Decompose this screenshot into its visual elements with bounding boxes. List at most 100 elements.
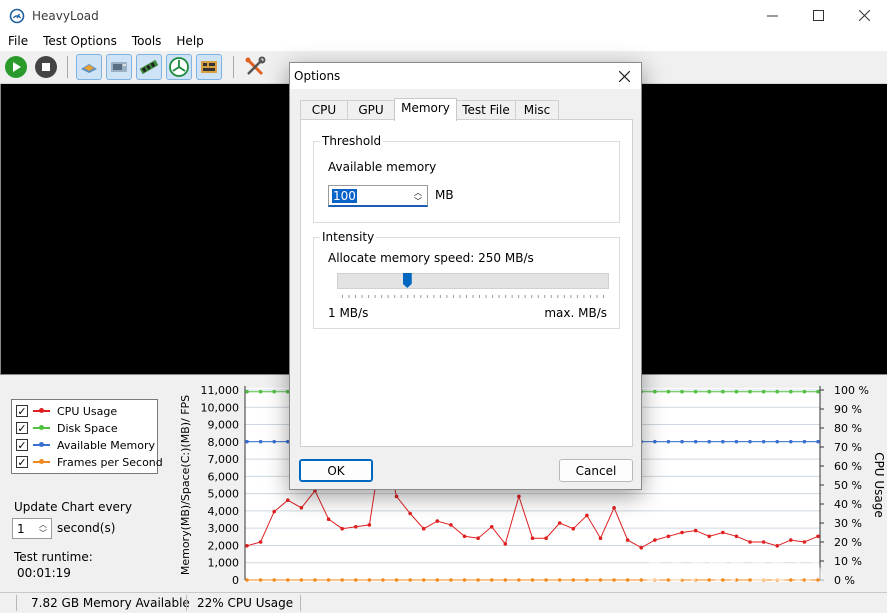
menu-file[interactable]: File bbox=[0, 34, 35, 48]
data-point-disk-space bbox=[802, 389, 807, 394]
tab-test-file[interactable]: Test File bbox=[456, 100, 516, 120]
data-point-frames-per-second bbox=[408, 578, 412, 582]
data-point-frames-per-second bbox=[625, 578, 630, 582]
data-point-available-memory bbox=[748, 439, 752, 444]
data-point-available-memory bbox=[802, 439, 807, 444]
spinner-arrows-icon[interactable]: ︿ ﹀ bbox=[414, 188, 422, 206]
tab-cpu[interactable]: CPU bbox=[300, 100, 348, 120]
data-point-available-memory bbox=[693, 439, 698, 444]
close-icon bbox=[618, 70, 630, 82]
menu-tools[interactable]: Tools bbox=[124, 34, 169, 48]
menu-bar: File Test Options Tools Help bbox=[0, 31, 887, 51]
gpu-test-toggle[interactable] bbox=[106, 54, 132, 80]
memory-test-toggle[interactable] bbox=[136, 54, 162, 80]
menu-help[interactable]: Help bbox=[168, 34, 210, 48]
data-point-disk-space bbox=[707, 389, 712, 394]
data-point-cpu-usage bbox=[544, 536, 548, 540]
close-button[interactable] bbox=[841, 0, 887, 31]
data-point-cpu-usage bbox=[761, 540, 766, 544]
legend-item-disk-space[interactable]: ✓ Disk Space bbox=[16, 420, 118, 436]
tab-misc[interactable]: Misc bbox=[515, 100, 559, 120]
data-point-cpu-usage bbox=[721, 530, 725, 535]
available-memory-input[interactable]: 100 ︿ ﹀ bbox=[328, 185, 428, 207]
y-tick-label: 2,000 bbox=[208, 539, 240, 552]
data-point-cpu-usage bbox=[571, 526, 576, 531]
data-point-cpu-usage bbox=[530, 536, 535, 540]
title-bar: HeavyLoad bbox=[0, 0, 887, 31]
y2-axis-label: CPU Usage bbox=[872, 452, 886, 518]
data-point-cpu-usage bbox=[272, 509, 276, 514]
data-point-disk-space bbox=[816, 389, 820, 394]
cancel-button[interactable]: Cancel bbox=[559, 459, 633, 482]
tab-gpu[interactable]: GPU bbox=[347, 100, 395, 120]
tab-memory[interactable]: Memory bbox=[394, 98, 457, 121]
data-point-cpu-usage bbox=[245, 544, 249, 548]
data-point-available-memory bbox=[272, 439, 276, 444]
y-tick-label: 8,000 bbox=[208, 436, 240, 449]
data-point-available-memory bbox=[707, 439, 712, 444]
slider-min-label: 1 MB/s bbox=[328, 306, 369, 320]
y2-tick-label: 80 % bbox=[834, 422, 862, 435]
y-tick-label: 5,000 bbox=[208, 488, 240, 501]
y2-tick-label: 10 % bbox=[834, 555, 862, 568]
checkbox[interactable]: ✓ bbox=[16, 439, 28, 451]
checkbox[interactable]: ✓ bbox=[16, 405, 28, 417]
y-tick-label: 6,000 bbox=[208, 470, 240, 483]
data-point-cpu-usage bbox=[612, 506, 616, 510]
data-point-frames-per-second bbox=[272, 578, 276, 582]
minimize-button[interactable] bbox=[749, 0, 795, 31]
legend-item-available-memory[interactable]: ✓ Available Memory bbox=[16, 437, 155, 453]
data-point-frames-per-second bbox=[381, 578, 385, 582]
update-interval-value: 1 bbox=[17, 521, 25, 536]
update-interval-spinner[interactable]: 1 ︿ ﹀ bbox=[12, 518, 52, 539]
data-point-available-memory bbox=[258, 439, 263, 444]
legend-item-cpu-usage[interactable]: ✓ CPU Usage bbox=[16, 403, 117, 419]
dialog-title-bar: Options bbox=[290, 63, 641, 89]
data-point-available-memory bbox=[775, 439, 780, 444]
data-point-frames-per-second bbox=[612, 578, 616, 582]
start-test-button[interactable] bbox=[3, 54, 29, 80]
data-point-cpu-usage bbox=[489, 525, 494, 529]
spinner-arrows-icon[interactable]: ︿ ﹀ bbox=[39, 520, 47, 538]
test-file-toggle[interactable] bbox=[196, 54, 222, 80]
ok-button[interactable]: OK bbox=[299, 459, 373, 482]
checkbox[interactable]: ✓ bbox=[16, 422, 28, 434]
data-point-frames-per-second bbox=[313, 578, 317, 582]
data-point-disk-space bbox=[272, 389, 276, 394]
options-button[interactable] bbox=[242, 54, 268, 80]
dialog-close-button[interactable] bbox=[613, 65, 635, 87]
checkbox[interactable]: ✓ bbox=[16, 456, 28, 468]
line-swatch-icon bbox=[33, 458, 50, 466]
minimize-icon bbox=[766, 15, 778, 17]
y-tick-label: 10,000 bbox=[201, 401, 240, 414]
data-point-available-memory bbox=[245, 439, 249, 444]
y-tick-label: 0 bbox=[232, 574, 239, 587]
cpu-test-toggle[interactable] bbox=[76, 54, 102, 80]
data-point-available-memory bbox=[789, 439, 793, 444]
line-swatch-icon bbox=[33, 407, 50, 415]
data-point-frames-per-second bbox=[285, 578, 290, 582]
data-point-disk-space bbox=[734, 389, 739, 394]
legend-item-frames-per-second[interactable]: ✓ Frames per Second bbox=[16, 454, 163, 470]
memory-speed-slider-track[interactable] bbox=[337, 273, 609, 289]
slider-ticks bbox=[342, 295, 604, 298]
data-point-frames-per-second bbox=[489, 578, 494, 582]
menu-test-options[interactable]: Test Options bbox=[35, 34, 124, 48]
available-memory-label: Available memory bbox=[328, 160, 437, 174]
cpu-chip-icon bbox=[81, 64, 97, 73]
data-point-cpu-usage bbox=[517, 494, 521, 499]
data-point-cpu-usage bbox=[435, 519, 440, 523]
disk-test-toggle[interactable] bbox=[166, 54, 192, 80]
data-point-cpu-usage bbox=[598, 536, 603, 540]
data-point-cpu-usage bbox=[816, 534, 820, 539]
y-tick-label: 4,000 bbox=[208, 505, 240, 518]
stop-test-button[interactable] bbox=[33, 54, 59, 80]
data-point-cpu-usage bbox=[557, 521, 562, 525]
data-point-frames-per-second bbox=[462, 578, 467, 582]
maximize-button[interactable] bbox=[795, 0, 841, 31]
data-point-cpu-usage bbox=[639, 545, 644, 550]
memory-tab-panel: Threshold Available memory 100 ︿ ﹀ MB Int… bbox=[300, 119, 633, 447]
memory-stick-icon bbox=[139, 59, 159, 75]
data-point-cpu-usage bbox=[503, 542, 508, 546]
data-point-frames-per-second bbox=[598, 578, 603, 582]
